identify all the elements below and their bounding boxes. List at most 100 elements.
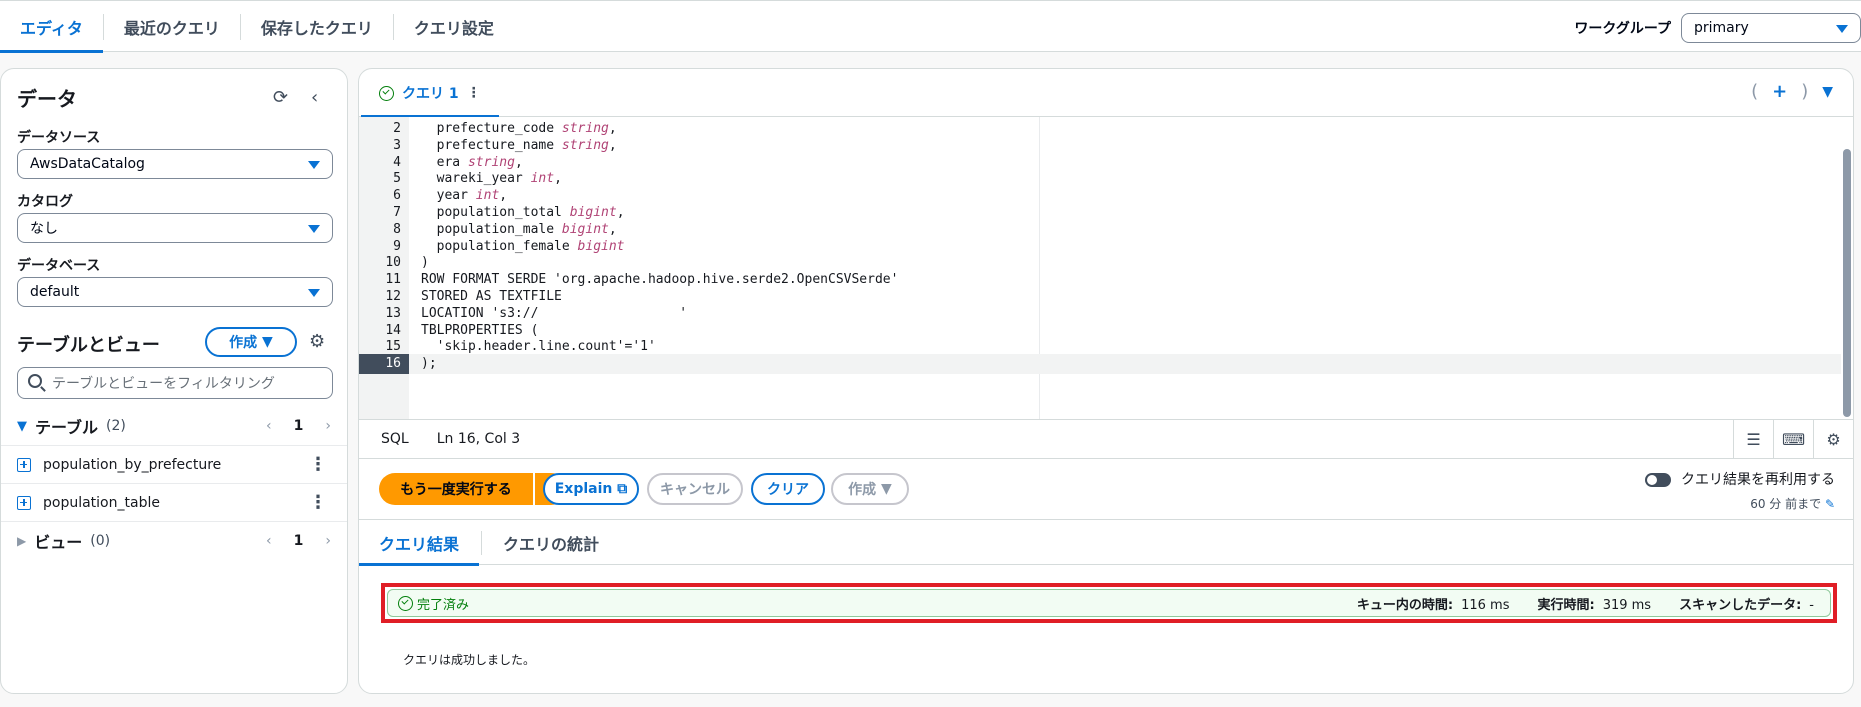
reuse-age: 60 分 前まで <box>1750 497 1822 511</box>
editor-tabs: エディタ 最近のクエリ 保存したクエリ クエリ設定 <box>0 1 514 53</box>
type-token: int <box>530 171 555 187</box>
status-indicator: 完了済み <box>398 594 469 613</box>
prev-page-icon[interactable]: ‹ <box>266 533 272 549</box>
check-circle-icon <box>398 595 413 611</box>
more-options-icon[interactable]: ⋮ <box>467 85 481 101</box>
more-options-icon[interactable]: ⋮ <box>309 492 327 513</box>
filter-input[interactable]: テーブルとビューをフィルタリング <box>17 367 333 399</box>
clear-button[interactable]: クリア <box>751 473 825 505</box>
catalog-select[interactable]: なし <box>17 213 333 243</box>
type-token: string <box>467 154 515 170</box>
scroll-right-icon[interactable]: ) <box>1801 81 1808 102</box>
explain-button[interactable]: Explain ⧉ <box>543 473 639 505</box>
query-tab-controls: ( + ) ▼ <box>1751 81 1833 102</box>
prev-page-icon[interactable]: ‹ <box>266 418 272 434</box>
code-line[interactable]: 16); <box>359 354 1849 375</box>
type-token: string <box>561 121 609 136</box>
datasource-label: データソース <box>17 130 101 146</box>
scrollbar-thumb[interactable] <box>1843 149 1851 417</box>
create-button[interactable]: 作成 ▼ <box>205 327 297 357</box>
views-count: (0) <box>90 532 111 549</box>
tab-query-stats[interactable]: クエリの統計 <box>483 520 619 565</box>
tables-section-header[interactable]: ▼ テーブル (2) ‹ 1 › <box>1 407 347 445</box>
tables-heading: ▼ テーブル (2) <box>17 414 126 438</box>
caret-down-icon[interactable]: ▼ <box>1822 84 1833 100</box>
workgroup-label: ワークグループ <box>1574 21 1671 37</box>
keyboard-icon[interactable]: ⌨ <box>1773 420 1813 458</box>
success-message: クエリは成功しました。 <box>403 653 536 667</box>
reuse-subtext: 60 分 前まで ✎ <box>1645 495 1835 512</box>
filter-placeholder: テーブルとビューをフィルタリング <box>52 376 275 392</box>
caret-down-icon <box>308 289 320 297</box>
scroll-left-icon[interactable]: ( <box>1751 81 1758 102</box>
gear-icon[interactable]: ⚙ <box>309 331 325 352</box>
tab-saved-queries[interactable]: 保存したクエリ <box>241 1 393 53</box>
caret-right-icon: ▶ <box>17 533 27 548</box>
gear-icon[interactable]: ⚙ <box>1813 420 1853 458</box>
cursor-position: Ln 16, Col 3 <box>436 431 521 447</box>
create-menu-button[interactable]: 作成 ▼ <box>831 473 909 505</box>
queue-time-value: 116 ms <box>1461 597 1510 613</box>
tables-label: テーブル <box>35 418 99 437</box>
queue-time: キュー内の時間: 116 ms <box>1357 594 1510 613</box>
query-tab-label: クエリ 1 <box>402 86 459 102</box>
check-circle-icon <box>379 85 394 101</box>
views-pager: ‹ 1 › <box>266 533 331 549</box>
page-number: 1 <box>293 532 304 549</box>
tab-editor[interactable]: エディタ <box>0 1 103 53</box>
query-tab[interactable]: クエリ 1 ⋮ <box>361 69 499 118</box>
exec-time-value: 319 ms <box>1602 597 1652 613</box>
reuse-toggle[interactable] <box>1644 473 1671 487</box>
scanned-data: スキャンしたデータ: - <box>1679 594 1814 613</box>
database-select[interactable]: default <box>17 277 333 307</box>
tab-recent-queries[interactable]: 最近のクエリ <box>104 1 240 53</box>
workgroup-select[interactable]: primary <box>1681 13 1861 43</box>
expand-icon[interactable] <box>17 457 31 472</box>
tab-query-results[interactable]: クエリ結果 <box>359 520 480 566</box>
add-query-icon[interactable]: + <box>1772 81 1787 102</box>
next-page-icon[interactable]: › <box>325 418 331 434</box>
page-number: 1 <box>293 418 304 434</box>
active-line-highlight <box>409 354 1849 375</box>
database-label: データベース <box>17 258 101 274</box>
query-actions: もう一度実行する Explain ⧉ キャンセル クリア 作成 ▼ クエリ結果を… <box>359 459 1853 519</box>
views-label: ビュー <box>34 532 83 552</box>
language-indicator: SQL <box>381 431 409 447</box>
views-section-header[interactable]: ▶ ビュー (0) ‹ 1 › <box>1 521 347 559</box>
query-metrics: キュー内の時間: 116 ms 実行時間: 319 ms スキャンしたデータ: - <box>1357 594 1814 613</box>
code-text: ); <box>421 356 437 372</box>
catalog-value: なし <box>30 221 58 237</box>
data-panel: データ ⟳ ‹ データソース AwsDataCatalog カタログ なし デー… <box>0 68 348 694</box>
refresh-icon[interactable]: ⟳ <box>273 87 288 108</box>
status-text: 完了済み <box>417 597 470 613</box>
query-panel: クエリ 1 ⋮ ( + ) ▼ 2 prefecture_code string… <box>358 68 1854 694</box>
workgroup-value: primary <box>1694 20 1749 36</box>
format-icon[interactable]: ☰ <box>1733 420 1773 458</box>
next-page-icon[interactable]: › <box>325 533 331 549</box>
table-item[interactable]: population_table ⋮ <box>1 483 347 521</box>
tab-divider <box>481 531 482 555</box>
scanned-data-label: スキャンしたデータ: <box>1679 597 1802 613</box>
data-panel-title: データ <box>17 87 77 111</box>
datasource-select[interactable]: AwsDataCatalog <box>17 149 333 179</box>
edit-icon[interactable]: ✎ <box>1825 497 1835 511</box>
table-item[interactable]: population_by_prefecture ⋮ <box>1 445 347 483</box>
reuse-toggle-row[interactable]: クエリ結果を再利用する <box>1644 469 1835 489</box>
editor-scrollbar[interactable] <box>1841 117 1853 419</box>
tab-query-settings[interactable]: クエリ設定 <box>394 1 514 53</box>
collapse-panel-icon[interactable]: ‹ <box>311 87 318 108</box>
explain-label: Explain <box>554 481 613 497</box>
type-token: bigint <box>569 205 617 220</box>
query-tab-bar: クエリ 1 ⋮ ( + ) ▼ <box>359 69 1853 118</box>
more-options-icon[interactable]: ⋮ <box>309 454 327 475</box>
run-again-button[interactable]: もう一度実行する <box>379 473 533 505</box>
type-token: bigint <box>561 221 609 237</box>
workgroup-selector: ワークグループ primary <box>1574 13 1861 43</box>
expand-icon[interactable] <box>17 495 31 510</box>
type-token: string <box>561 137 609 153</box>
caret-down-icon: ▼ <box>17 418 27 434</box>
line-number: 16 <box>385 356 401 372</box>
sql-editor[interactable]: 2 prefecture_code string, 3 prefecture_na… <box>359 117 1853 419</box>
tables-count: (2) <box>106 418 126 434</box>
cancel-button[interactable]: キャンセル <box>647 473 743 505</box>
